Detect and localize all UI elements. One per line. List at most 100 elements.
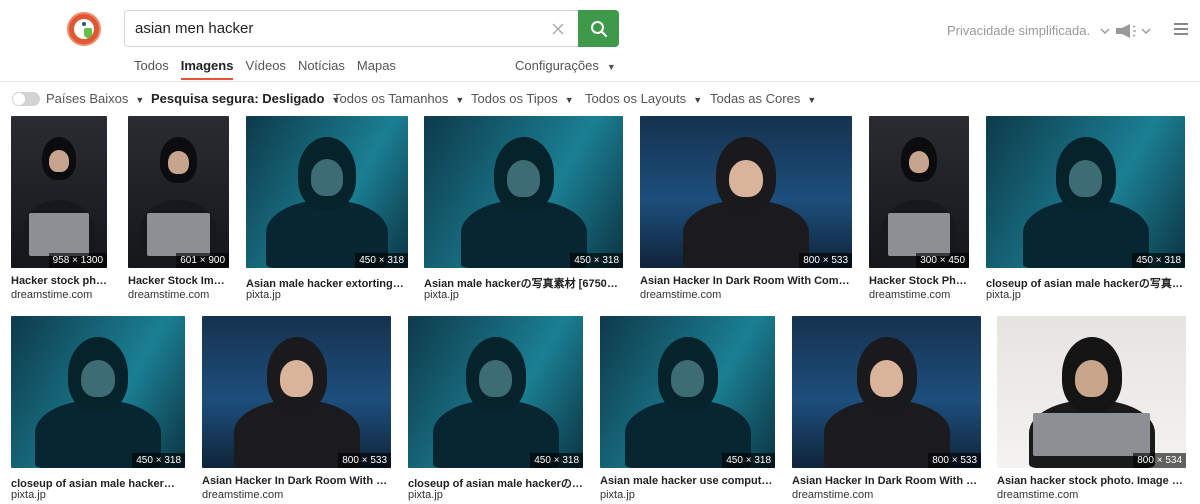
- figure-face: [506, 160, 541, 198]
- image-source[interactable]: pixta.jp: [11, 489, 46, 501]
- tab-videos[interactable]: Vídeos: [245, 58, 285, 80]
- image-dimensions: 800 × 533: [799, 253, 852, 268]
- image-thumbnail[interactable]: 450 × 318: [424, 116, 623, 268]
- image-dimensions: 450 × 318: [355, 253, 408, 268]
- image-title[interactable]: Hacker stock photo, Asian hacker: [11, 275, 107, 287]
- image-dimensions: 800 × 534: [1133, 453, 1186, 468]
- figure-face: [670, 360, 705, 398]
- image-source[interactable]: pixta.jp: [424, 289, 459, 301]
- clear-icon[interactable]: [549, 20, 567, 38]
- image-result[interactable]: 800 × 533 Asian Hacker In Dark Room With …: [202, 316, 391, 502]
- image-thumbnail[interactable]: 800 × 533: [640, 116, 852, 268]
- image-result[interactable]: 958 × 1300 Hacker stock photo, Asian hack…: [11, 116, 107, 302]
- figure-face: [49, 150, 69, 172]
- laptop: [888, 213, 950, 256]
- filter-bar: Países Baixos ▼ Pesquisa segura: Desligad…: [0, 83, 1200, 115]
- menu-icon[interactable]: [1174, 23, 1188, 35]
- settings-dropdown[interactable]: Configurações ▼: [515, 58, 616, 73]
- image-result[interactable]: 450 × 318Asian male hacker extortingの写真素…: [246, 116, 408, 302]
- tab-images[interactable]: Imagens: [180, 58, 234, 80]
- image-result[interactable]: 450 × 318closeup of asian male hackerの写真…: [11, 316, 185, 502]
- image-title[interactable]: Hacker Stock Photos: [869, 275, 969, 287]
- figure-face: [908, 150, 930, 174]
- laptop: [147, 213, 210, 256]
- size-label: Todos os Tamanhos: [333, 91, 449, 106]
- image-title[interactable]: Asian hacker stock photo. Image of cyber: [997, 475, 1186, 487]
- tab-news[interactable]: Notícias: [298, 58, 345, 80]
- image-result[interactable]: 450 × 318closeup of asian male hackerの写真…: [408, 316, 583, 502]
- image-source[interactable]: pixta.jp: [246, 289, 281, 301]
- search-button[interactable]: [578, 10, 619, 47]
- image-dimensions: 300 × 450: [916, 253, 969, 268]
- image-source[interactable]: dreamstime.com: [11, 289, 92, 301]
- image-source[interactable]: dreamstime.com: [792, 489, 873, 501]
- image-result[interactable]: 800 × 534 Asian hacker stock photo. Image…: [997, 316, 1186, 502]
- caret-down-icon: ▼: [135, 95, 145, 105]
- caret-down-icon: ▼: [807, 95, 817, 105]
- figure-face: [1074, 360, 1109, 398]
- image-thumbnail[interactable]: 450 × 318: [408, 316, 583, 468]
- image-thumbnail[interactable]: 450 × 318: [600, 316, 775, 468]
- image-dimensions: 800 × 533: [928, 453, 981, 468]
- image-title[interactable]: Hacker Stock Images: [128, 275, 229, 287]
- search-tabs: Todos Imagens Vídeos Notícias Mapas: [134, 58, 408, 80]
- image-source[interactable]: dreamstime.com: [640, 289, 721, 301]
- image-source[interactable]: dreamstime.com: [202, 489, 283, 501]
- image-thumbnail[interactable]: 601 × 900: [128, 116, 229, 268]
- image-result[interactable]: 450 × 318 Asian male hackerの写真素材 [6750621…: [424, 116, 623, 302]
- search-input[interactable]: [125, 11, 545, 46]
- duckduckgo-logo-icon[interactable]: [67, 12, 101, 46]
- image-result[interactable]: 300 × 450 Hacker Stock Photos dreamstime.c…: [869, 116, 969, 302]
- image-title[interactable]: Asian male hacker use computer in dark r…: [600, 475, 775, 487]
- image-result[interactable]: 800 × 533 Asian Hacker In Dark Room With …: [640, 116, 852, 302]
- region-filter[interactable]: Países Baixos ▼: [46, 91, 144, 106]
- settings-label: Configurações: [515, 58, 599, 73]
- figure-face: [310, 159, 344, 196]
- image-thumbnail[interactable]: 450 × 318: [986, 116, 1185, 268]
- image-dimensions: 601 × 900: [176, 253, 229, 268]
- image-source[interactable]: pixta.jp: [600, 489, 635, 501]
- image-source[interactable]: pixta.jp: [408, 489, 443, 501]
- layout-label: Todos os Layouts: [585, 91, 687, 106]
- figure-face: [729, 160, 763, 198]
- image-dimensions: 450 × 318: [570, 253, 623, 268]
- image-source[interactable]: dreamstime.com: [997, 489, 1078, 501]
- image-result[interactable]: 450 × 318closeup of asian male hackerの写真…: [986, 116, 1185, 302]
- image-source[interactable]: dreamstime.com: [128, 289, 209, 301]
- image-title[interactable]: Asian Hacker In Dark Room With Computer: [640, 275, 852, 287]
- figure-face: [81, 360, 115, 398]
- image-result[interactable]: 601 × 900 Hacker Stock Images dreamstime.c…: [128, 116, 229, 302]
- layout-filter[interactable]: Todos os Layouts ▼: [585, 91, 702, 106]
- image-title[interactable]: Asian Hacker In Dark Room With Computer: [202, 475, 391, 487]
- image-thumbnail[interactable]: 450 × 318: [11, 316, 185, 468]
- image-result[interactable]: 800 × 533 Asian Hacker In Dark Room With …: [792, 316, 981, 502]
- image-source[interactable]: dreamstime.com: [869, 289, 950, 301]
- image-result[interactable]: 450 × 318 Asian male hacker use computer …: [600, 316, 775, 502]
- image-thumbnail[interactable]: 958 × 1300: [11, 116, 107, 268]
- image-thumbnail[interactable]: 800 × 533: [202, 316, 391, 468]
- megaphone-icon[interactable]: [1114, 22, 1152, 40]
- tab-all[interactable]: Todos: [134, 58, 169, 80]
- image-dimensions: 958 × 1300: [48, 253, 107, 268]
- type-label: Todos os Tipos: [471, 91, 558, 106]
- privacy-dropdown[interactable]: Privacidade simplificada.: [947, 23, 1110, 38]
- region-toggle[interactable]: [12, 92, 40, 106]
- image-thumbnail[interactable]: 800 × 533: [792, 316, 981, 468]
- figure-face: [869, 360, 904, 398]
- type-filter[interactable]: Todos os Tipos ▼: [471, 91, 574, 106]
- image-dimensions: 800 × 533: [338, 453, 391, 468]
- image-thumbnail[interactable]: 300 × 450: [869, 116, 969, 268]
- image-dimensions: 450 × 318: [722, 453, 775, 468]
- caret-down-icon: ▼: [693, 95, 703, 105]
- image-thumbnail[interactable]: 800 × 534: [997, 316, 1186, 468]
- caret-down-icon: ▼: [455, 95, 465, 105]
- image-source[interactable]: pixta.jp: [986, 289, 1021, 301]
- image-thumbnail[interactable]: 450 × 318: [246, 116, 408, 268]
- safe-search-filter[interactable]: Pesquisa segura: Desligado ▼: [151, 91, 340, 106]
- chevron-down-icon: [1100, 28, 1110, 34]
- image-title[interactable]: Asian Hacker In Dark Room With Computer: [792, 475, 981, 487]
- image-dimensions: 450 × 318: [1132, 253, 1185, 268]
- color-filter[interactable]: Todas as Cores ▼: [710, 91, 816, 106]
- size-filter[interactable]: Todos os Tamanhos ▼: [333, 91, 464, 106]
- tab-maps[interactable]: Mapas: [357, 58, 396, 80]
